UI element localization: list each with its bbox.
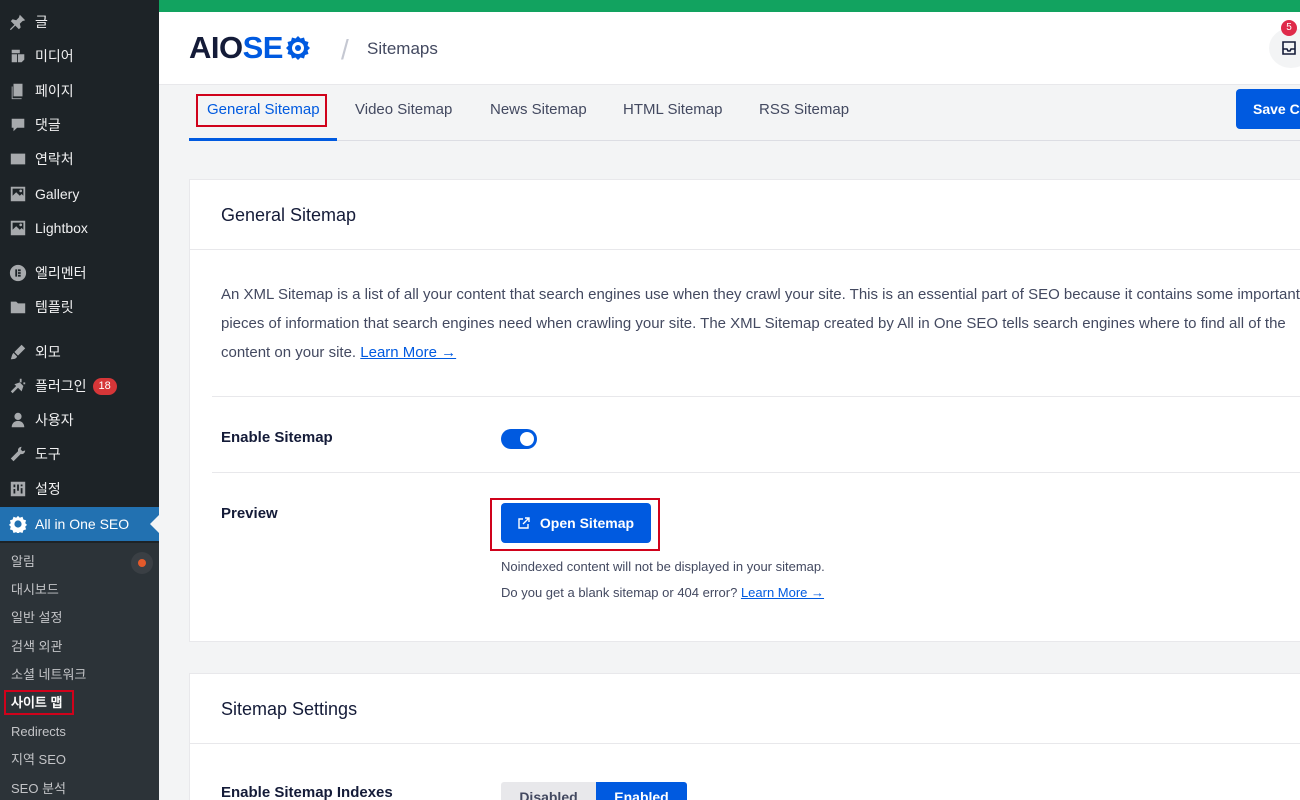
card-title: General Sitemap xyxy=(221,205,357,225)
card-header: Sitemap Settings xyxy=(190,674,1300,744)
sidebar-item-contacts[interactable]: 연락처 xyxy=(0,142,159,176)
option-disabled[interactable]: Disabled xyxy=(501,782,596,800)
media-icon xyxy=(0,47,35,65)
divider xyxy=(212,472,1300,473)
brush-icon xyxy=(0,343,35,361)
submenu-item-alerts[interactable]: 알림 xyxy=(11,553,35,571)
sidebar-item-appearance[interactable]: 외모 xyxy=(0,335,159,369)
sitemap-description: An XML Sitemap is a list of all your con… xyxy=(221,286,1300,361)
enable-sitemap-toggle[interactable] xyxy=(501,429,537,449)
submenu-item-local-seo[interactable]: 지역 SEO xyxy=(11,751,66,769)
highlight-box-open-sitemap xyxy=(490,498,660,551)
plugin-update-badge: 18 xyxy=(92,377,117,395)
highlight-box-general-tab xyxy=(196,94,327,127)
sidebar-item-tools[interactable]: 도구 xyxy=(0,437,159,471)
active-menu-arrow xyxy=(150,515,159,533)
sidebar-item-media[interactable]: 미디어 xyxy=(0,39,159,73)
option-enabled[interactable]: Enabled xyxy=(596,782,687,800)
sidebar-item-gallery[interactable]: Gallery xyxy=(0,177,159,211)
sidebar-item-aioseo[interactable]: All in One SEO xyxy=(0,507,159,541)
submenu-item-search-appearance[interactable]: 검색 외관 xyxy=(11,638,62,656)
sidebar-item-settings[interactable]: 설정 xyxy=(0,472,159,506)
logo-gear-icon xyxy=(285,36,310,60)
general-sitemap-card: General Sitemap An XML Sitemap is a list… xyxy=(189,179,1300,642)
alert-dot-icon xyxy=(131,552,153,574)
sidebar-item-lightbox[interactable]: Lightbox xyxy=(0,211,159,245)
sitemap-tabs: General Sitemap Video Sitemap News Sitem… xyxy=(189,86,1300,141)
sitemap-settings-card: Sitemap Settings Enable Sitemap Indexes … xyxy=(189,673,1300,800)
submenu-item-social-networks[interactable]: 소셜 네트워크 xyxy=(11,666,86,684)
divider xyxy=(212,396,1300,397)
sidebar-item-comments[interactable]: 댓글 xyxy=(0,108,159,142)
aioseo-logo: AIO SE xyxy=(189,30,311,65)
folder-icon xyxy=(0,298,35,316)
top-notice-strip xyxy=(159,0,1300,12)
page-icon xyxy=(0,82,35,100)
aioseo-icon xyxy=(0,515,35,533)
learn-more-404-link[interactable]: Learn More → xyxy=(741,585,824,600)
sidebar-item-templates[interactable]: 템플릿 xyxy=(0,290,159,324)
pin-icon xyxy=(0,13,35,31)
notification-count-badge: 5 xyxy=(1281,20,1297,36)
wrench-icon xyxy=(0,445,35,463)
sitemap-indexes-label: Enable Sitemap Indexes xyxy=(221,784,393,800)
inbox-icon xyxy=(1282,41,1296,55)
sidebar-item-elementor[interactable]: 엘리멘터 xyxy=(0,256,159,290)
submenu-item-general-settings[interactable]: 일반 설정 xyxy=(11,609,62,627)
card-title: Sitemap Settings xyxy=(221,699,358,719)
noindex-note: Noindexed content will not be displayed … xyxy=(501,559,825,574)
plugin-icon xyxy=(0,377,35,395)
mail-icon xyxy=(0,150,35,168)
admin-sidebar: 글 미디어 페이지 댓글 연락처 Gallery Lightbox 엘리멘터 템… xyxy=(0,0,159,800)
tab-rss-sitemap[interactable]: RSS Sitemap xyxy=(759,101,849,118)
submenu-item-dashboard[interactable]: 대시보드 xyxy=(11,581,59,599)
save-changes-button[interactable]: Save Changes xyxy=(1236,89,1300,129)
tab-video-sitemap[interactable]: Video Sitemap xyxy=(355,101,452,118)
preview-label: Preview xyxy=(221,505,278,522)
sidebar-item-posts[interactable]: 글 xyxy=(0,5,159,39)
highlight-box-sitemap-menu xyxy=(4,690,74,715)
settings-icon xyxy=(0,480,35,498)
sidebar-item-pages[interactable]: 페이지 xyxy=(0,74,159,108)
gallery-icon xyxy=(0,185,35,203)
header-separator: / xyxy=(341,34,349,65)
gallery-icon xyxy=(0,219,35,237)
tab-news-sitemap[interactable]: News Sitemap xyxy=(490,101,587,118)
submenu-item-redirects[interactable]: Redirects xyxy=(11,723,66,741)
comment-icon xyxy=(0,116,35,134)
tab-html-sitemap[interactable]: HTML Sitemap xyxy=(623,101,722,118)
sidebar-item-users[interactable]: 사용자 xyxy=(0,403,159,437)
active-tab-underline xyxy=(189,138,337,141)
submenu-item-seo-analysis[interactable]: SEO 분석 xyxy=(11,780,66,798)
learn-more-link[interactable]: Learn More → xyxy=(360,344,456,361)
card-header: General Sitemap xyxy=(190,180,1300,250)
sidebar-item-plugins[interactable]: 플러그인 18 xyxy=(0,369,159,403)
sitemap-indexes-switch: Disabled Enabled xyxy=(501,782,687,800)
enable-sitemap-label: Enable Sitemap xyxy=(221,429,333,446)
user-icon xyxy=(0,411,35,429)
blank-sitemap-note: Do you get a blank sitemap or 404 error?… xyxy=(501,585,825,600)
aioseo-submenu: 알림 대시보드 일반 설정 검색 외관 소셜 네트워크 사이트 맵 Redire… xyxy=(0,543,159,800)
elementor-icon xyxy=(0,264,35,282)
aioseo-header: AIO SE / Sitemaps 5 xyxy=(159,12,1300,85)
page-title: Sitemaps xyxy=(367,39,438,58)
